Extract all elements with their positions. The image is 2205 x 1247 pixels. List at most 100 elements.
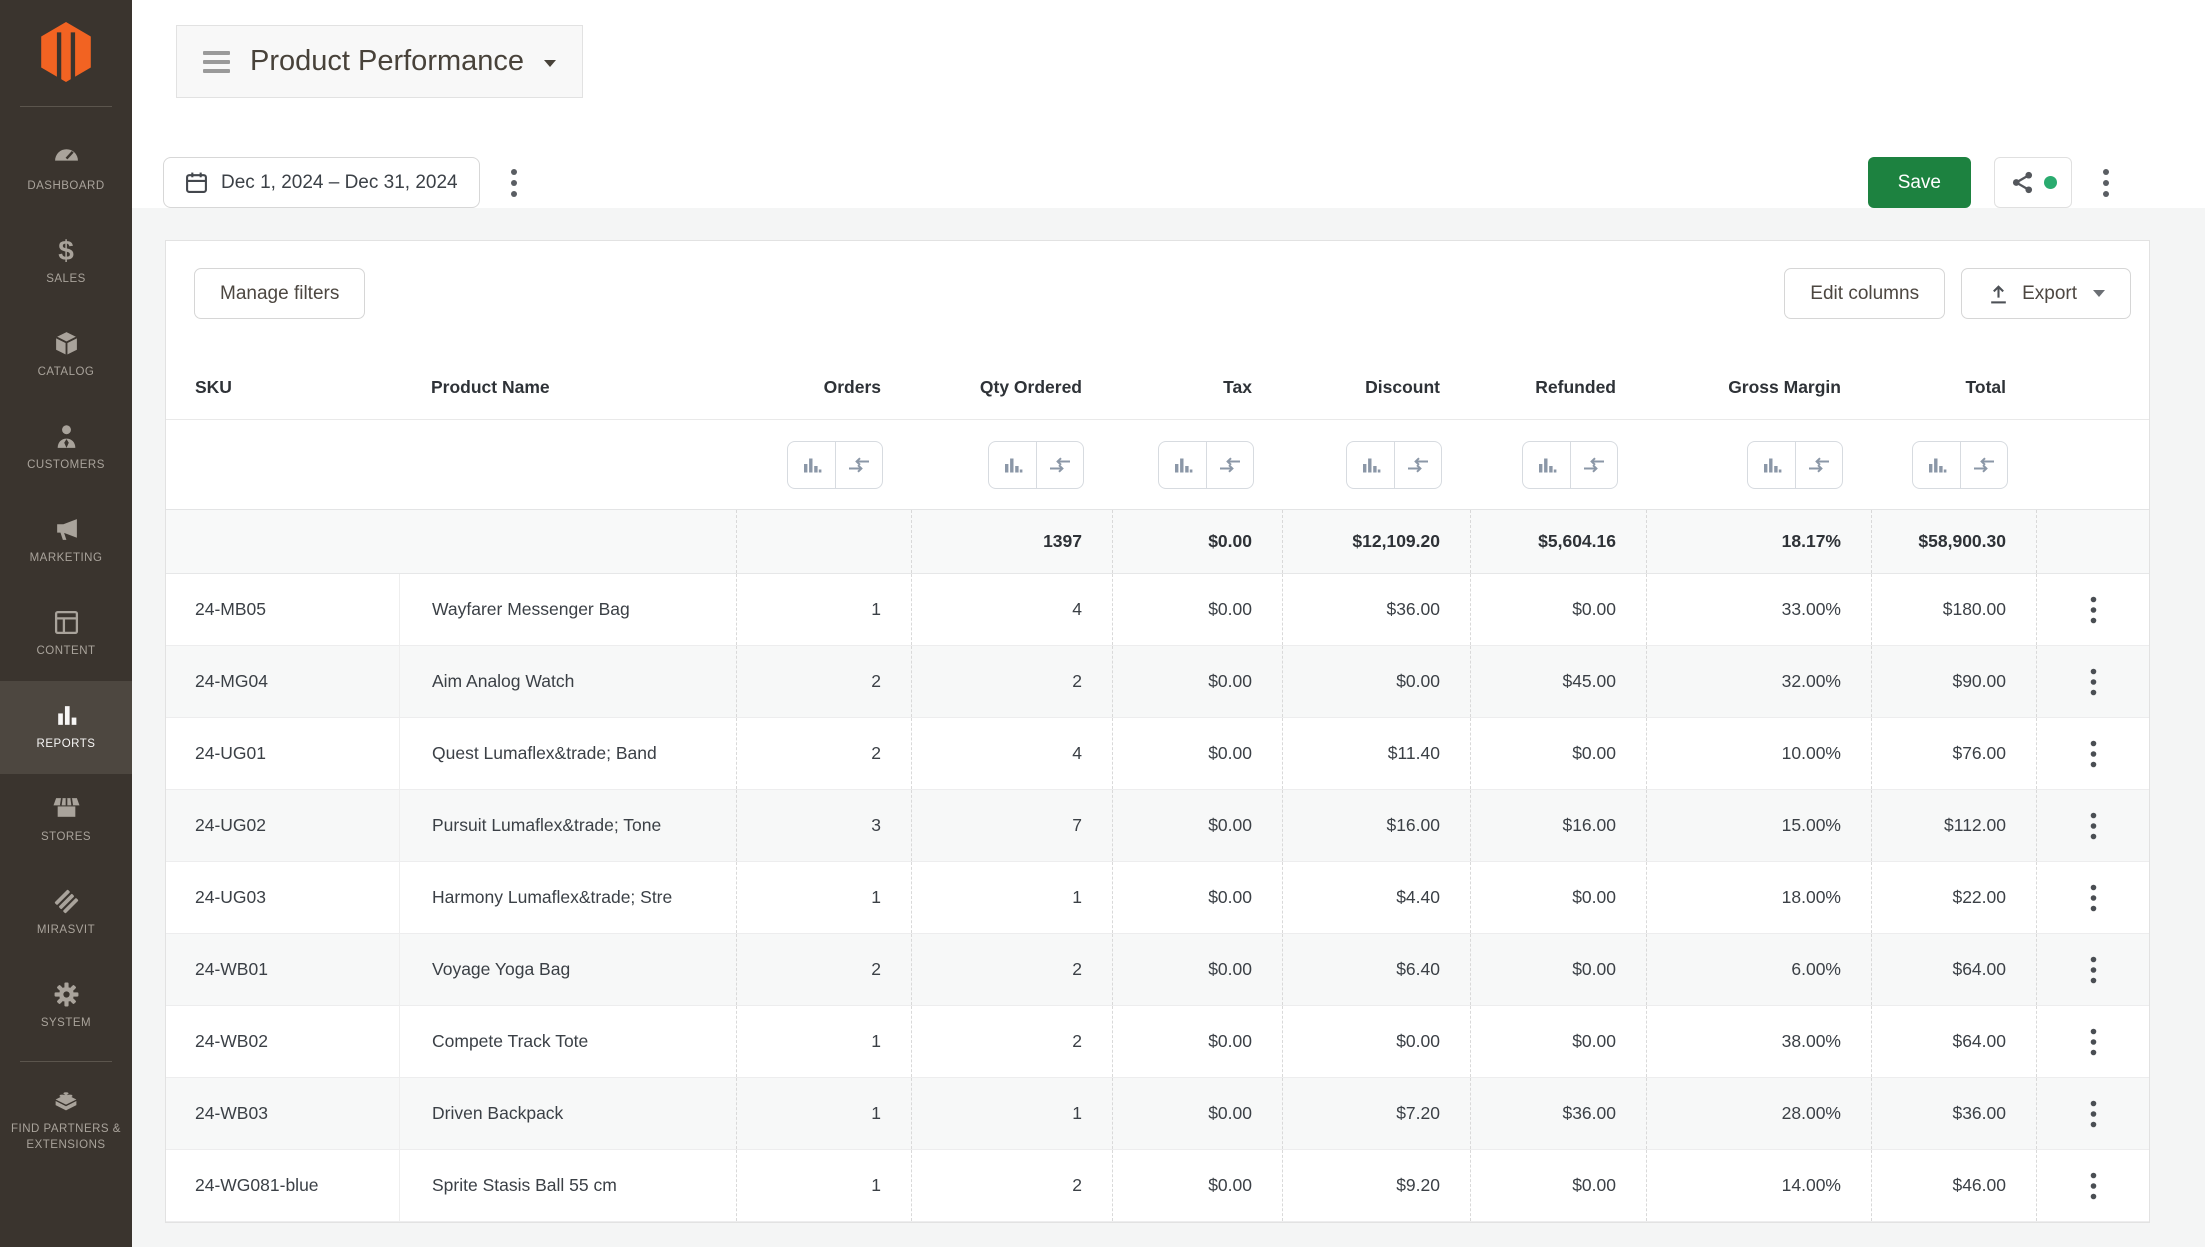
column-header-tax[interactable]: Tax — [1112, 356, 1282, 419]
sku-cell: 24-WG081-blue — [166, 1150, 399, 1221]
discount-cell: $11.40 — [1282, 718, 1470, 789]
column-compare-button[interactable] — [1036, 442, 1083, 488]
column-chart-button[interactable] — [1748, 442, 1795, 488]
compare-arrows-icon — [1048, 455, 1072, 475]
save-button[interactable]: Save — [1868, 157, 1971, 208]
product-name-cell: Compete Track Tote — [399, 1006, 736, 1077]
gross-margin-cell: 15.00% — [1646, 790, 1871, 861]
sidebar-item-sales[interactable]: $ SALES — [0, 216, 132, 309]
sidebar-item-stores[interactable]: STORES — [0, 774, 132, 867]
qty-ordered-cell: 4 — [911, 718, 1112, 789]
stores-icon — [53, 795, 80, 822]
kebab-icon — [2090, 596, 2097, 624]
orders-cell: 1 — [736, 574, 911, 645]
column-chart-button[interactable] — [1347, 442, 1394, 488]
row-actions-button[interactable] — [2073, 585, 2113, 635]
row-actions-button[interactable] — [2073, 873, 2113, 923]
gross-margin-cell: 6.00% — [1646, 934, 1871, 1005]
sidebar-item-catalog[interactable]: CATALOG — [0, 309, 132, 402]
date-range-button[interactable]: Dec 1, 2024 – Dec 31, 2024 — [163, 157, 480, 208]
qty-ordered-cell: 7 — [911, 790, 1112, 861]
product-name-cell: Aim Analog Watch — [399, 646, 736, 717]
column-chart-button[interactable] — [1913, 442, 1960, 488]
sku-cell: 24-MG04 — [166, 646, 399, 717]
column-view-toggle — [988, 441, 1084, 489]
column-header-refunded[interactable]: Refunded — [1470, 356, 1646, 419]
total-cell: $46.00 — [1871, 1150, 2036, 1221]
manage-filters-button[interactable]: Manage filters — [194, 268, 365, 319]
sidebar-item-marketing[interactable]: MARKETING — [0, 495, 132, 588]
column-compare-button[interactable] — [835, 442, 882, 488]
total-gross-margin: 18.17% — [1646, 510, 1871, 573]
total-refunded: $5,604.16 — [1470, 510, 1646, 573]
column-compare-button[interactable] — [1795, 442, 1842, 488]
column-view-toggle — [1158, 441, 1254, 489]
row-actions-button[interactable] — [2073, 1089, 2113, 1139]
date-options-kebab-button[interactable] — [500, 160, 528, 206]
sidebar-item-system[interactable]: SYSTEM — [0, 960, 132, 1053]
table-row: 24-UG02 Pursuit Lumaflex&trade; Tone 3 7… — [166, 790, 2149, 862]
column-compare-button[interactable] — [1570, 442, 1617, 488]
column-controls-row — [166, 420, 2149, 510]
export-button[interactable]: Export — [1961, 268, 2131, 319]
column-chart-button[interactable] — [1523, 442, 1570, 488]
refunded-cell: $0.00 — [1470, 1150, 1646, 1221]
column-chart-button[interactable] — [788, 442, 835, 488]
sidebar-nav: DASHBOARD $ SALES CATALOG CUSTOMERS — [0, 123, 132, 1170]
column-compare-button[interactable] — [1394, 442, 1441, 488]
compare-arrows-icon — [1807, 455, 1831, 475]
share-button[interactable] — [1994, 157, 2072, 208]
sidebar-item-content[interactable]: CONTENT — [0, 588, 132, 681]
total-cell: $180.00 — [1871, 574, 2036, 645]
product-name-cell: Voyage Yoga Bag — [399, 934, 736, 1005]
column-header-sku[interactable]: SKU — [166, 356, 399, 419]
column-header-qty-ordered[interactable]: Qty Ordered — [911, 356, 1112, 419]
page-header: Product Performance Dec 1, 2024 – Dec 31… — [132, 0, 2205, 208]
magento-logo[interactable] — [0, 0, 132, 104]
row-actions-button[interactable] — [2073, 801, 2113, 851]
column-header-orders[interactable]: Orders — [736, 356, 911, 419]
tax-cell: $0.00 — [1112, 1078, 1282, 1149]
product-name-cell: Quest Lumaflex&trade; Band — [399, 718, 736, 789]
row-actions-button[interactable] — [2073, 1161, 2113, 1211]
row-actions-button[interactable] — [2073, 657, 2113, 707]
column-header-product-name[interactable]: Product Name — [399, 356, 736, 419]
orders-cell: 1 — [736, 1006, 911, 1077]
sidebar-item-dashboard[interactable]: DASHBOARD — [0, 123, 132, 216]
system-icon — [53, 981, 80, 1008]
discount-cell: $4.40 — [1282, 862, 1470, 933]
sidebar-item-find-partners[interactable]: FIND PARTNERS & EXTENSIONS — [0, 1070, 132, 1170]
row-actions-button[interactable] — [2073, 729, 2113, 779]
kebab-icon — [2090, 812, 2097, 840]
column-chart-button[interactable] — [1159, 442, 1206, 488]
tax-cell: $0.00 — [1112, 934, 1282, 1005]
column-chart-button[interactable] — [989, 442, 1036, 488]
report-options-kebab-button[interactable] — [2092, 160, 2120, 206]
column-view-toggle — [787, 441, 883, 489]
row-actions-button[interactable] — [2073, 945, 2113, 995]
sidebar-item-customers[interactable]: CUSTOMERS — [0, 402, 132, 495]
sidebar-item-reports[interactable]: REPORTS — [0, 681, 132, 774]
kebab-icon — [2090, 1100, 2097, 1128]
column-header-total[interactable]: Total — [1871, 356, 2036, 419]
column-compare-button[interactable] — [1960, 442, 2007, 488]
discount-cell: $0.00 — [1282, 1006, 1470, 1077]
content-icon — [53, 609, 80, 636]
column-compare-button[interactable] — [1206, 442, 1253, 488]
edit-columns-button[interactable]: Edit columns — [1784, 268, 1945, 319]
gross-margin-cell: 28.00% — [1646, 1078, 1871, 1149]
column-header-gross-margin[interactable]: Gross Margin — [1646, 356, 1871, 419]
row-actions-button[interactable] — [2073, 1017, 2113, 1067]
refunded-cell: $36.00 — [1470, 1078, 1646, 1149]
column-header-discount[interactable]: Discount — [1282, 356, 1470, 419]
sidebar-divider — [20, 1061, 112, 1062]
kebab-icon — [2090, 956, 2097, 984]
total-cell: $36.00 — [1871, 1078, 2036, 1149]
table-header-row: SKU Product Name Orders Qty Ordered Tax … — [166, 356, 2149, 420]
report-title-menu[interactable]: Product Performance — [176, 25, 583, 98]
sidebar-item-mirasvit[interactable]: MIRASVIT — [0, 867, 132, 960]
qty-ordered-cell: 1 — [911, 862, 1112, 933]
sku-cell: 24-WB02 — [166, 1006, 399, 1077]
calendar-icon — [185, 171, 208, 194]
table-row: 24-WG081-blue Sprite Stasis Ball 55 cm 1… — [166, 1150, 2149, 1222]
